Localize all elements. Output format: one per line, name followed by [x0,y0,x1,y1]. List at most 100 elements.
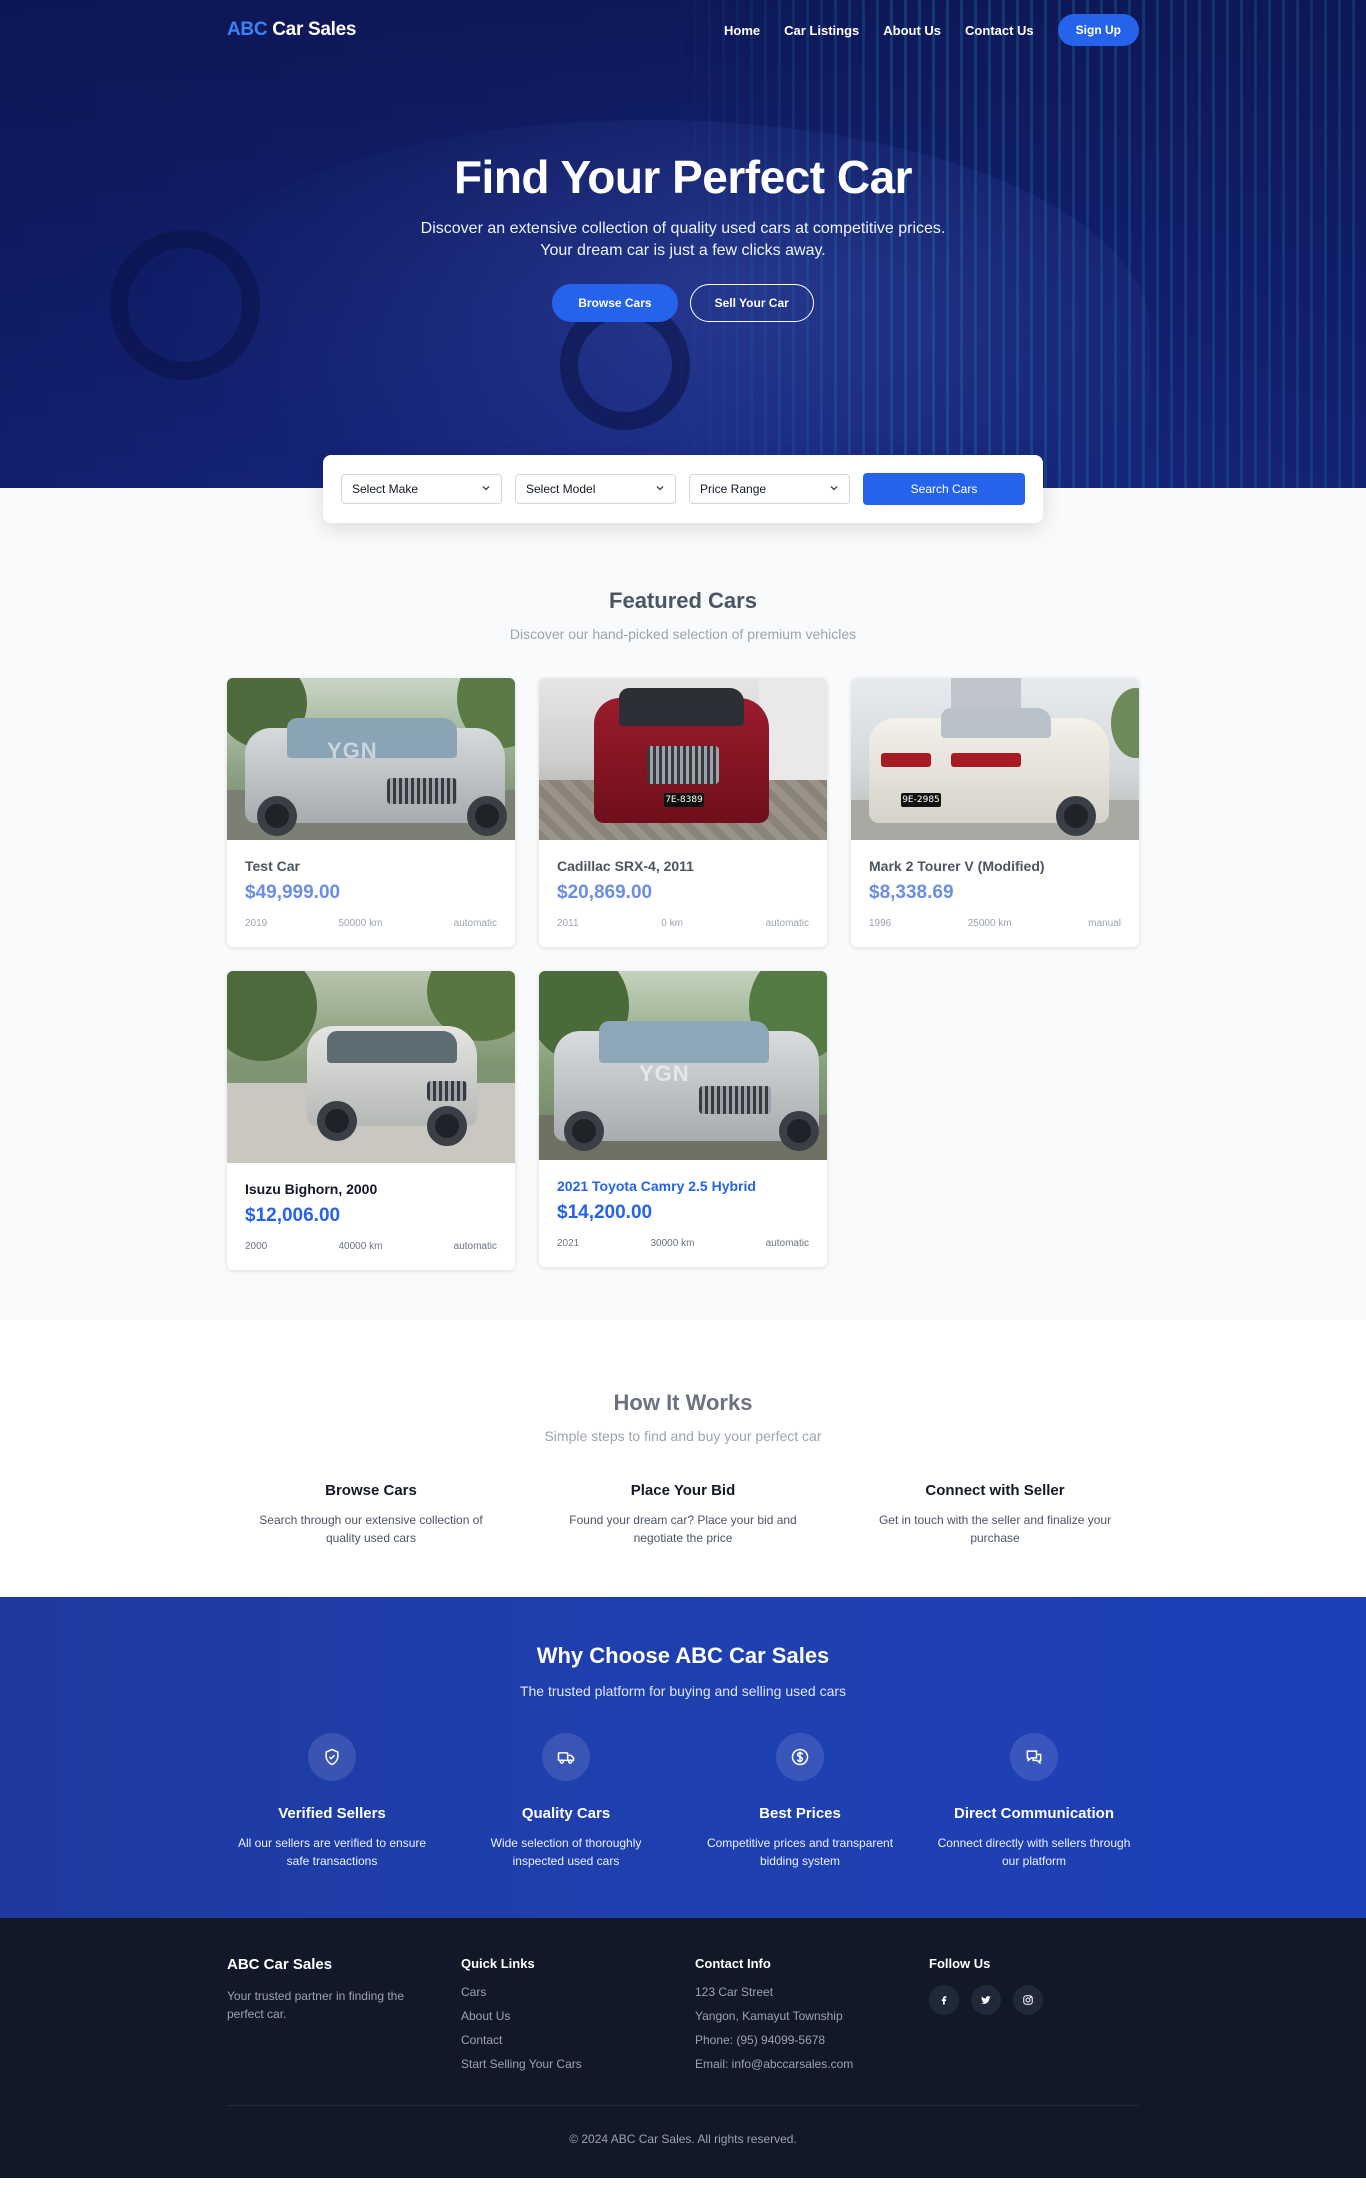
car-price: $12,006.00 [245,1205,341,1226]
footer-link-about-us[interactable]: About Us [461,2009,671,2023]
car-card[interactable]: 9E-2985 Mark 2 Tourer V (Modified) $8,33… [851,678,1139,947]
facebook-icon[interactable] [929,1985,959,2015]
step-browse: Browse Cars Search through our extensive… [259,1482,483,1545]
footer-follow-us: Follow Us [929,1956,1139,2081]
car-mileage: 50000 km [338,918,383,929]
car-year: 2021 [557,1238,580,1249]
truck-icon [542,1733,590,1781]
footer-quick-links: Quick Links Cars About Us Contact Start … [461,1956,671,2081]
instagram-icon[interactable] [1013,1985,1043,2015]
car-price: $14,200.00 [557,1202,653,1223]
car-meta: 2011 0 km automatic [557,918,809,929]
sign-up-button[interactable]: Sign Up [1057,14,1139,46]
footer-tagline: Your trusted partner in finding the perf… [227,1989,405,2021]
feature-direct-communication: Direct Communication Connect directly wi… [917,1733,1151,1870]
search-bar: Select Make Select Model Price Range Sea… [323,455,1043,523]
site-footer: ABC Car Sales Your trusted partner in fi… [0,1918,1366,2178]
social-links [929,1985,1139,2015]
footer-contact-info: Contact Info 123 Car Street Yangon, Kama… [695,1956,905,2081]
car-title: Cadillac SRX-4, 2011 [557,858,694,874]
car-image: YGN [539,971,827,1160]
how-subtitle: Simple steps to find and buy your perfec… [544,1428,822,1444]
footer-brand-column: ABC Car Sales Your trusted partner in fi… [227,1956,437,2081]
car-transmission: automatic [765,918,809,929]
footer-link-start-selling[interactable]: Start Selling Your Cars [461,2057,671,2071]
chevron-down-icon [829,483,839,496]
car-price: $20,869.00 [557,882,653,903]
car-transmission: automatic [453,1241,497,1252]
car-image: 9E-2985 [851,678,1139,840]
how-it-works-section: How It Works Simple steps to find and bu… [0,1320,1366,1597]
featured-title: Featured Cars [609,588,757,613]
chat-bubbles-icon [1010,1733,1058,1781]
car-transmission: automatic [453,918,497,929]
featured-subtitle: Discover our hand-picked selection of pr… [509,626,857,642]
car-mileage: 25000 km [967,918,1012,929]
nav-links: Home Car Listings About Us Contact Us Si… [724,14,1139,46]
car-transmission: automatic [765,1238,809,1249]
browse-cars-button[interactable]: Browse Cars [552,284,678,322]
featured-cars-section: Featured Cars Discover our hand-picked s… [0,488,1366,1320]
feature-verified-sellers: Verified Sellers All our sellers are ver… [215,1733,449,1870]
nav-link-car-listings[interactable]: Car Listings [784,23,859,38]
why-title: Why Choose ABC Car Sales [536,1643,830,1668]
chevron-down-icon [481,483,491,496]
feature-quality-cars: Quality Cars Wide selection of thoroughl… [449,1733,683,1870]
car-card[interactable]: 7E-8389 Cadillac SRX-4, 2011 $20,869.00 … [539,678,827,947]
contact-street: 123 Car Street [695,1985,774,1999]
car-title: Test Car [245,858,300,874]
contact-phone: Phone: (95) 94099-5678 [695,2033,826,2047]
why-choose-section: Why Choose ABC Car Sales The trusted pla… [0,1597,1366,1918]
car-title[interactable]: 2021 Toyota Camry 2.5 Hybrid [557,1178,809,1194]
search-cars-button[interactable]: Search Cars [863,473,1025,505]
copyright: © 2024 ABC Car Sales. All rights reserve… [227,2105,1139,2146]
car-title: Isuzu Bighorn, 2000 [245,1181,378,1197]
car-meta: 2021 30000 km automatic [557,1238,809,1249]
make-select[interactable]: Select Make [341,474,502,504]
car-mileage: 0 km [661,918,683,929]
hero-buttons: Browse Cars Sell Your Car [0,284,1366,322]
car-image: YGN [227,678,515,840]
hero-content: Find Your Perfect Car Discover an extens… [0,150,1366,322]
car-year: 2011 [557,918,579,929]
model-select[interactable]: Select Model [515,474,676,504]
car-image [227,971,515,1163]
car-title: Mark 2 Tourer V (Modified) [869,858,1045,874]
price-range-select[interactable]: Price Range [689,474,850,504]
car-year: 2000 [245,1241,268,1252]
footer-brand: ABC Car Sales [227,1956,333,1973]
chevron-down-icon [655,483,665,496]
nav-link-home[interactable]: Home [724,23,760,38]
car-mileage: 30000 km [650,1238,695,1249]
car-card[interactable]: YGN 2021 Toyota Camry 2.5 Hybrid $14,200… [539,971,827,1267]
dollar-circle-icon [776,1733,824,1781]
car-image: 7E-8389 [539,678,827,840]
twitter-icon[interactable] [971,1985,1001,2015]
step-connect: Connect with Seller Get in touch with th… [878,1482,1112,1545]
car-transmission: manual [1088,918,1121,929]
why-subtitle: The trusted platform for buying and sell… [519,1683,847,1699]
car-price: $8,338.69 [869,882,954,903]
car-price: $49,999.00 [245,882,341,903]
car-card[interactable]: Isuzu Bighorn, 2000 $12,006.00 2000 4000… [227,971,515,1270]
car-mileage: 40000 km [338,1241,383,1252]
car-year: 1996 [869,918,892,929]
car-year: 2019 [245,918,268,929]
contact-city: Yangon, Kamayut Township [695,2009,843,2023]
car-meta: 1996 25000 km manual [869,918,1121,929]
shield-check-icon [308,1733,356,1781]
step-bid: Place Your Bid Found your dream car? Pla… [569,1482,797,1545]
top-nav: ABC Car Sales Home Car Listings About Us… [0,0,1366,60]
footer-link-cars[interactable]: Cars [461,1985,671,1999]
site-logo[interactable]: ABC Car Sales [227,19,356,41]
nav-link-contact-us[interactable]: Contact Us [965,23,1034,38]
car-meta: 2019 50000 km automatic [245,918,497,929]
contact-email: Email: info@abccarsales.com [695,2057,854,2071]
sell-your-car-button[interactable]: Sell Your Car [689,284,814,322]
car-card[interactable]: YGN Test Car $49,999.00 2019 50000 km au… [227,678,515,947]
cars-grid: YGN Test Car $49,999.00 2019 50000 km au… [227,678,1139,1270]
footer-link-contact[interactable]: Contact [461,2033,671,2047]
steps: Browse Cars Search through our extensive… [227,1482,1139,1547]
feature-best-prices: Best Prices Competitive prices and trans… [683,1733,917,1870]
nav-link-about-us[interactable]: About Us [883,23,941,38]
